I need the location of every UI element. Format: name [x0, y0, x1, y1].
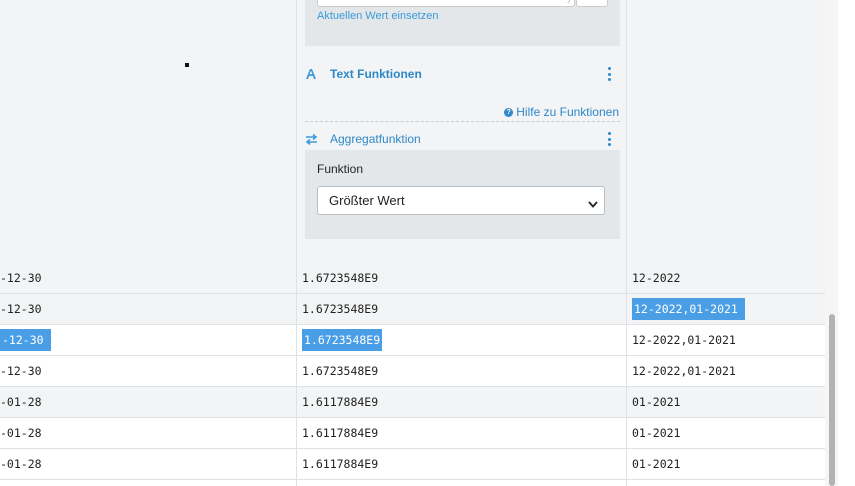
value-small-input[interactable]	[576, 0, 608, 7]
table-cell[interactable]: 01-2021	[632, 387, 680, 417]
cell-value: -12-30	[0, 364, 42, 378]
table-row[interactable]: -12-30 1.6723548E9 12-2022,01-2021	[0, 325, 825, 356]
cell-value: 1.6117884E9	[302, 426, 379, 440]
cell-value: -01-28	[0, 426, 42, 440]
table-cell[interactable]: 1.6117884E9	[302, 418, 378, 448]
table-row[interactable]: -01-28 1.6117884E9 01-2021	[0, 449, 825, 480]
cursor-dot	[185, 63, 189, 67]
table-cell[interactable]: -12-30	[0, 356, 42, 386]
table-cell[interactable]: -01-28	[0, 418, 42, 448]
text-functions-title: Text Funktionen	[330, 67, 422, 81]
table-row[interactable]: -01-28 1.6117884E9 01-2021	[0, 387, 825, 418]
table-cell[interactable]: 01-2021	[632, 449, 680, 479]
help-functions-link[interactable]: ? Hilfe zu Funktionen	[504, 105, 619, 119]
aggregate-function-header[interactable]: Aggregatfunktion	[305, 129, 620, 149]
table-cell[interactable]: 12-2022,01-2021	[632, 294, 745, 324]
table-cell[interactable]: 1.6723548E9	[302, 294, 378, 324]
table-cell[interactable]: -12-30	[0, 325, 51, 355]
cell-value: 1.6723548E9	[302, 364, 379, 378]
table-cell[interactable]: 01-2021	[632, 418, 680, 448]
table-row[interactable]: -12-30 1.6723548E9 12-2022,01-2021	[0, 294, 825, 325]
table-cell[interactable]: 12-2022	[632, 263, 680, 293]
table-cell[interactable]: 1.6117884E9	[302, 449, 378, 479]
table-row[interactable]: -12-30 1.6723548E9 12-2022	[0, 263, 825, 294]
chevron-down-icon	[588, 196, 598, 211]
scrollbar-thumb[interactable]	[829, 314, 835, 486]
cell-value: 1.6723548E9	[302, 271, 379, 285]
cell-value: 01-2021	[632, 395, 681, 409]
table-cell[interactable]: -12-30	[0, 263, 42, 293]
help-row: ? Hilfe zu Funktionen	[305, 104, 620, 122]
function-label: Funktion	[317, 162, 364, 176]
cell-value: 12-2022	[632, 271, 681, 285]
cell-value: 1.6723548E9	[302, 302, 379, 316]
cell-value: -01-28	[0, 457, 42, 471]
insert-current-value-link[interactable]: Aktuellen Wert einsetzen	[317, 10, 438, 22]
column-divider	[626, 263, 627, 486]
cell-value: -01-28	[0, 395, 42, 409]
table-row[interactable]: -01-28 1.6117884E9 01-2021	[0, 418, 825, 449]
table-row[interactable]: -12-30 1.6723548E9 12-2022,01-2021	[0, 356, 825, 387]
column-divider	[626, 0, 627, 263]
function-select-value: Größter Wert	[329, 193, 405, 208]
resize-grip-icon[interactable]: ⟋	[567, 0, 573, 5]
cell-value: 12-2022,01-2021	[632, 298, 745, 320]
function-select[interactable]: Größter Wert	[317, 186, 605, 215]
table-cell[interactable]: 1.6117884E9	[302, 387, 378, 417]
value-textarea[interactable]: ⟋	[317, 0, 575, 7]
data-table: -12-30 1.6723548E9 12-2022 -12-30 1.6723548E…	[0, 263, 825, 480]
cell-value: 01-2021	[632, 457, 681, 471]
column-divider	[296, 263, 297, 486]
table-cell[interactable]: 12-2022,01-2021	[632, 325, 736, 355]
cell-value: 1.6117884E9	[302, 395, 379, 409]
cell-value: -12-30	[0, 329, 51, 351]
cell-value: 1.6723548E9	[302, 329, 383, 351]
table-cell[interactable]: 1.6723548E9	[302, 356, 378, 386]
cell-value: 1.6117884E9	[302, 457, 379, 471]
table-cell[interactable]: 12-2022,01-2021	[632, 356, 736, 386]
swap-arrows-icon	[305, 133, 330, 145]
aggregate-function-title: Aggregatfunktion	[330, 132, 421, 146]
letter-a-icon	[305, 68, 330, 80]
more-options-icon[interactable]	[606, 132, 612, 146]
question-circle-icon: ?	[504, 107, 514, 117]
table-cell[interactable]: 1.6723548E9	[302, 263, 378, 293]
column-divider	[296, 0, 297, 263]
table-cell[interactable]: -01-28	[0, 449, 42, 479]
value-panel: ⟋ Aktuellen Wert einsetzen	[305, 0, 620, 46]
cell-value: 12-2022,01-2021	[632, 333, 736, 347]
help-functions-label: Hilfe zu Funktionen	[516, 105, 619, 119]
aggregate-function-panel: Funktion Größter Wert	[305, 150, 620, 239]
text-functions-header[interactable]: Text Funktionen	[305, 64, 620, 84]
cell-value: -12-30	[0, 271, 42, 285]
table-cell[interactable]: 1.6723548E9	[302, 325, 383, 355]
cell-value: 01-2021	[632, 426, 681, 440]
more-options-icon[interactable]	[606, 67, 612, 81]
cell-value: -12-30	[0, 302, 42, 316]
table-cell[interactable]: -12-30	[0, 294, 42, 324]
cell-value: 12-2022,01-2021	[632, 364, 736, 378]
table-cell[interactable]: -01-28	[0, 387, 42, 417]
